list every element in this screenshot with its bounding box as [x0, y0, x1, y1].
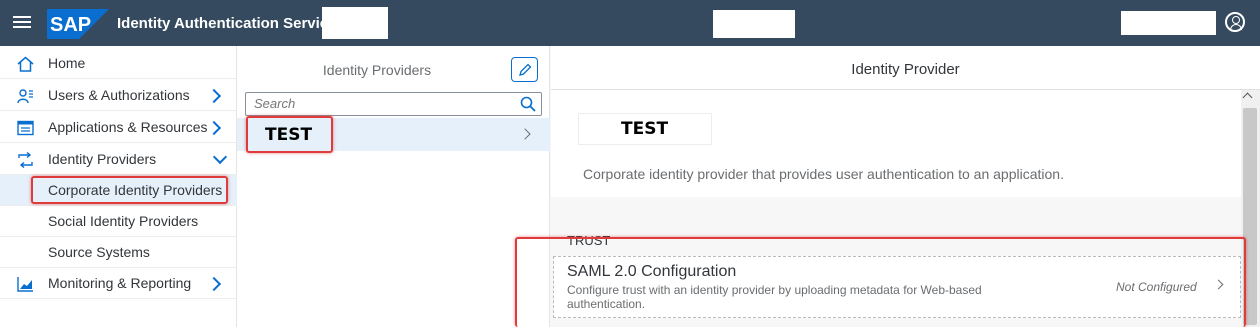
- nav-item-identity-providers[interactable]: Identity Providers: [0, 144, 237, 175]
- highlight-box: [31, 176, 228, 204]
- nav-item-label: Applications & Resources: [48, 119, 208, 135]
- object-description: Corporate identity provider that provide…: [583, 166, 1064, 182]
- applications-icon: [17, 120, 34, 136]
- nav-item-label: Social Identity Providers: [48, 213, 199, 229]
- nav-item-source-systems[interactable]: Source Systems: [0, 237, 237, 268]
- search-input[interactable]: [254, 96, 504, 111]
- chevron-right-icon: [519, 128, 531, 140]
- identity-providers-list: Identity Providers TEST: [237, 46, 550, 327]
- nav-item-label: Monitoring & Reporting: [48, 275, 192, 291]
- nav-item-label: Users & Authorizations: [48, 87, 190, 103]
- nav-item-users[interactable]: Users & Authorizations: [0, 80, 237, 111]
- chevron-right-icon: [206, 120, 222, 136]
- nav-item-social-identity-providers[interactable]: Social Identity Providers: [0, 206, 237, 237]
- chevron-right-icon: [206, 88, 222, 104]
- highlight-box: [515, 237, 1246, 327]
- edit-button[interactable]: [511, 57, 538, 82]
- users-icon: [17, 89, 33, 104]
- shell-bar: SAP Identity Authentication Service: [0, 0, 1260, 46]
- object-title-text: TEST: [621, 119, 669, 139]
- svg-text:SAP: SAP: [50, 14, 91, 36]
- nav-item-applications[interactable]: Applications & Resources: [0, 112, 237, 143]
- chevron-down-icon: [212, 149, 228, 165]
- app-title: Identity Authentication Service: [117, 15, 337, 32]
- detail-header-title: Identity Provider: [851, 61, 960, 78]
- redacted-block: [1121, 11, 1216, 35]
- object-title: TEST: [578, 113, 712, 145]
- chevron-right-icon: [206, 276, 222, 292]
- home-icon: [17, 56, 34, 72]
- sap-logo[interactable]: SAP: [47, 9, 109, 39]
- nav-item-monitoring[interactable]: Monitoring & Reporting: [0, 268, 237, 299]
- detail-header: Identity Provider: [551, 46, 1260, 90]
- monitoring-icon: [17, 277, 33, 292]
- user-avatar-icon[interactable]: [1225, 12, 1245, 32]
- pencil-icon: [519, 63, 532, 76]
- nav-item-label: Home: [48, 55, 86, 71]
- redacted-block: [322, 7, 388, 39]
- nav-item-label: Identity Providers: [48, 151, 157, 167]
- redacted-block: [713, 10, 795, 38]
- nav-item-label: Source Systems: [48, 244, 150, 260]
- identity-providers-icon: [18, 152, 33, 168]
- search-field[interactable]: [245, 92, 542, 116]
- highlight-box: [246, 116, 333, 153]
- nav-item-home[interactable]: Home: [0, 48, 237, 79]
- search-icon[interactable]: [520, 96, 536, 112]
- list-title: Identity Providers: [322, 62, 432, 78]
- menu-icon[interactable]: [13, 13, 31, 33]
- object-header: TEST Corporate identity provider that pr…: [551, 90, 1241, 197]
